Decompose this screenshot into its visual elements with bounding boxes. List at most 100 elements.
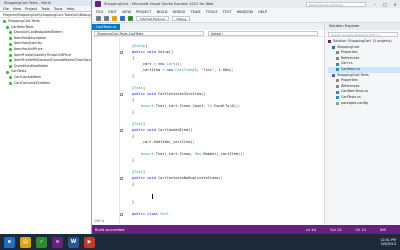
menu-item-help[interactable]: HELP (258, 10, 267, 14)
status-bar: Build succeeded Ln 44 Col 13 Ch 13 INS (92, 225, 400, 234)
collapse-toggle-icon[interactable]: − (120, 51, 123, 55)
insert-mode: INS (379, 227, 386, 232)
run-icon[interactable] (128, 16, 133, 21)
code-token: _cart.AddItem(_cartItem); (132, 140, 195, 144)
taskbar-word-icon[interactable]: W (68, 236, 79, 248)
menu-item-project[interactable]: PROJECT (136, 10, 152, 14)
menu-item-build[interactable]: BUILD (157, 10, 168, 14)
code-token: CartContainsZeroItem() (157, 92, 206, 96)
taskbar-media-icon[interactable]: ▶ (84, 236, 95, 248)
menu-item-window[interactable]: WINDOW (237, 10, 253, 14)
minimize-icon[interactable]: – (370, 2, 380, 7)
code-token: } (132, 110, 135, 114)
code-line: { (132, 182, 134, 187)
taskbar-visual-studio-icon[interactable]: ∞ (52, 236, 63, 248)
menu-item-file[interactable]: FILE (96, 10, 103, 14)
run-target-dropdown[interactable]: Internet Explorer (136, 16, 170, 21)
nunit-menu-item[interactable]: Help (67, 6, 75, 11)
code-token: { (132, 56, 135, 60)
code-token: .That(_cart.Items, (153, 152, 195, 156)
pass-dot-icon (9, 65, 12, 69)
taskbar-apps: e ▤ ✓ ∞ W ▶ (4, 236, 95, 248)
menu-item-view[interactable]: VIEW (122, 10, 131, 14)
code-token: "Test" (201, 68, 215, 72)
code-token: Assert (140, 152, 154, 156)
code-line: public void CartContainsZeroItem() (132, 92, 206, 97)
class-dropdown[interactable]: ShoppingCart.Tests.CartTests (94, 30, 204, 36)
menu-item-test[interactable]: TEST (223, 10, 232, 14)
nunit-menu-item[interactable]: File (3, 6, 9, 11)
file-icon (332, 73, 335, 77)
code-token: public void (132, 92, 158, 96)
build-status: Build succeeded (95, 227, 125, 232)
forward-icon[interactable] (104, 16, 109, 21)
navigation-bar: ShoppingCart.Tests.CartTests Setup() (92, 30, 324, 37)
pass-dot-icon (9, 37, 12, 41)
tab-carttests[interactable]: CartTests.cs (92, 24, 121, 30)
taskbar-ie-icon[interactable]: e (4, 236, 15, 248)
pass-dot-icon (9, 76, 12, 80)
pass-dot-icon (6, 70, 9, 74)
code-token: .Member(_cartItem)); (201, 152, 245, 156)
solution-search-input[interactable]: Search Solution Explorer (Ctrl+;) (328, 32, 398, 37)
code-line: [Test] (132, 122, 145, 127)
pass-dot-icon (9, 48, 12, 52)
maximize-icon[interactable]: □ (380, 2, 390, 7)
open-folder-icon[interactable] (112, 16, 117, 21)
code-token: public void (132, 128, 158, 132)
code-line: _cart = new Cart(); (132, 62, 182, 67)
nunit-menu-item[interactable]: Tools (54, 6, 63, 11)
code-line: [Test] (132, 170, 145, 175)
member-dropdown[interactable]: Setup() (208, 30, 318, 36)
menu-item-team[interactable]: TEAM (190, 10, 200, 14)
code-line: { (132, 56, 134, 61)
pass-dot-icon (9, 59, 12, 63)
code-line: } (132, 200, 134, 205)
zoom-level[interactable]: 100 % (94, 219, 104, 223)
nunit-window: ShoppingCart.Tests - NUnit File View Proje… (0, 0, 92, 234)
file-icon (336, 68, 339, 72)
code-line: _cart.AddItem(_cartItem); (132, 140, 195, 145)
menu-item-edit[interactable]: EDIT (108, 10, 116, 14)
code-token: { (132, 182, 135, 186)
collapse-toggle-icon[interactable]: − (120, 129, 123, 133)
collapse-toggle-icon[interactable]: − (120, 93, 123, 97)
text-caret (152, 194, 153, 199)
code-text-area[interactable]: [SetUp] public void Setup() −{ _cart = new… (92, 38, 324, 223)
code-token: Setup() (157, 50, 174, 54)
solution-tree-item[interactable]: packages.config (328, 101, 400, 107)
vs-toolbar: Internet Explorer Debug (92, 15, 400, 23)
code-line: } (132, 158, 134, 163)
taskbar-explorer-icon[interactable]: ▤ (20, 236, 31, 248)
code-token: _cartItem = (132, 68, 167, 72)
collapse-toggle-icon[interactable]: − (120, 213, 123, 217)
code-token: } (132, 74, 135, 78)
code-token: .EqualTo(0)); (212, 104, 241, 108)
pass-dot-icon (9, 53, 12, 57)
code-token: (1, (192, 68, 202, 72)
test-tree-item[interactable]: CartContainsZeroItem (3, 81, 91, 87)
pass-dot-icon (6, 25, 9, 29)
quick-launch-input[interactable]: Quick Launch (Ctrl+Q) (306, 1, 366, 7)
config-dropdown[interactable]: Debug (172, 16, 191, 21)
menu-item-tools[interactable]: TOOLS (205, 10, 217, 14)
char-number: Ch 13 (355, 227, 366, 232)
code-token: , 1.00m); (214, 68, 234, 72)
file-icon (332, 45, 335, 49)
menu-item-debug[interactable]: DEBUG (173, 10, 186, 14)
code-token: public void (132, 50, 158, 54)
save-icon[interactable] (120, 16, 125, 21)
code-token: new (166, 68, 176, 72)
file-icon (336, 101, 339, 105)
nunit-menu-item[interactable]: View (13, 6, 21, 11)
nunit-menu-item[interactable]: Tests (41, 6, 50, 11)
code-token: ] (142, 170, 145, 174)
visual-studio-logo-icon (95, 1, 101, 7)
collapse-toggle-icon[interactable]: − (120, 177, 123, 181)
back-icon[interactable] (96, 16, 101, 21)
nunit-menu-item[interactable]: Project (25, 6, 37, 11)
close-icon[interactable]: ✕ (390, 2, 400, 7)
taskbar-nunit-icon[interactable]: ✓ (36, 236, 47, 248)
system-tray-clock[interactable]: 12:41 PM 5/9/2013 (380, 238, 396, 247)
code-editor: CartTests.cs ShoppingCart.Tests.CartTest… (92, 23, 325, 225)
